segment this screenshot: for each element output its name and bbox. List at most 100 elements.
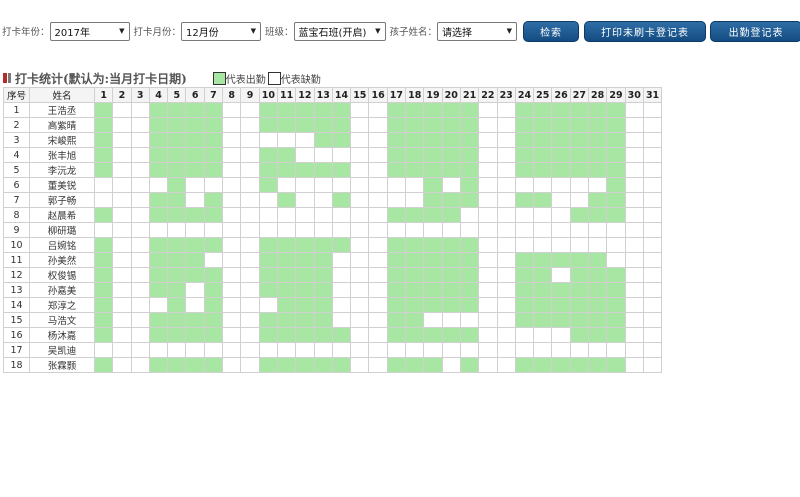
attendance-cell-present (93, 357, 114, 373)
month-select[interactable]: 12月份 ▼ (181, 21, 262, 41)
attendance-cell-present (148, 312, 169, 328)
attendance-cell-present (441, 297, 461, 313)
attendance-cell-present (405, 282, 425, 298)
attendance-cell-present (313, 282, 333, 298)
attendance-cell-present (167, 237, 187, 253)
attendance-cell-present (514, 132, 535, 148)
row-index: 1 (3, 102, 30, 118)
attendance-cell-absent (276, 207, 297, 223)
attendance-cell-absent (478, 162, 498, 178)
attendance-cell-absent (112, 222, 132, 238)
attendance-cell-present (295, 297, 315, 313)
attendance-cell-absent (478, 237, 498, 253)
section-marker-icon (3, 73, 7, 83)
attendance-cell-present (295, 102, 315, 118)
attendance-cell-absent (295, 207, 315, 223)
attendance-cell-absent (624, 147, 644, 163)
attendance-cell-present (185, 147, 205, 163)
attendance-cell-absent (533, 237, 553, 253)
attendance-cell-absent (203, 342, 224, 358)
child-label: 孩子姓名： (389, 27, 438, 38)
attendance-cell-absent (130, 222, 150, 238)
attendance-cell-absent (642, 252, 663, 268)
attendance-cell-present (441, 207, 461, 223)
column-header-day: 13 (313, 87, 333, 103)
attendance-cell-present (423, 282, 443, 298)
attendance-cell-absent (222, 342, 242, 358)
attendance-cell-absent (368, 282, 388, 298)
attendance-cell-absent (112, 357, 132, 373)
attendance-cell-absent (368, 342, 388, 358)
table-row: 2 高紫晴 (3, 117, 663, 133)
attendance-cell-absent (624, 357, 644, 373)
attendance-cell-absent (331, 207, 352, 223)
child-name: 权俊锡 (29, 267, 95, 283)
attendance-cell-absent (148, 222, 169, 238)
class-label: 班级： (265, 27, 294, 38)
column-header-day: 8 (222, 87, 242, 103)
attendance-cell-absent (386, 192, 407, 208)
attendance-cell-absent (368, 357, 388, 373)
attendance-cell-absent (478, 357, 498, 373)
attendance-cell-present (276, 327, 297, 343)
attendance-cell-present (551, 117, 571, 133)
attendance-cell-absent (624, 177, 644, 193)
attendance-cell-absent (112, 282, 132, 298)
attendance-cell-present (606, 282, 626, 298)
row-index: 12 (3, 267, 30, 283)
attendance-cell-present (569, 102, 590, 118)
attendance-cell-present (93, 147, 114, 163)
print-unswiped-register-button[interactable]: 打印未刷卡登记表 (584, 20, 707, 42)
attendance-cell-present (386, 252, 407, 268)
attendance-cell-present (569, 312, 590, 328)
attendance-cell-present (588, 267, 608, 283)
attendance-cell-present (331, 102, 352, 118)
attendance-cell-present (405, 327, 425, 343)
attendance-cell-absent (148, 177, 169, 193)
attendance-cell-absent (350, 177, 370, 193)
attendance-cell-present (313, 267, 333, 283)
attendance-cell-present (423, 132, 443, 148)
attendance-cell-absent (240, 207, 260, 223)
year-select[interactable]: 2017年 ▼ (49, 21, 130, 41)
attendance-cell-absent (405, 342, 425, 358)
column-header-day: 30 (624, 87, 644, 103)
attendance-cell-present (514, 192, 535, 208)
attendance-cell-absent (331, 267, 352, 283)
attendance-cell-present (167, 162, 187, 178)
attendance-cell-absent (112, 177, 132, 193)
attendance-cell-present (533, 357, 553, 373)
attendance-cell-absent (185, 297, 205, 313)
attendance-cell-absent (478, 132, 498, 148)
attendance-cell-present (386, 327, 407, 343)
attendance-cell-absent (478, 102, 498, 118)
attendance-cell-absent (222, 327, 242, 343)
column-header-day: 10 (258, 87, 278, 103)
attendance-cell-present (459, 192, 480, 208)
attendance-cell-present (148, 327, 169, 343)
attendance-cell-present (441, 147, 461, 163)
table-header-row: 序号 姓名 1 2 3 4 5 6 7 8 9 10 11 12 13 14 15 16 17 18 19 20 21 2… (3, 87, 663, 103)
attendance-cell-present (533, 162, 553, 178)
attendance-cell-present (148, 237, 169, 253)
attendance-cell-absent (112, 312, 132, 328)
attendance-cell-absent (459, 312, 480, 328)
year-select-value: 2017年 (54, 27, 90, 39)
attendance-register-button[interactable]: 出勤登记表 (710, 20, 800, 42)
attendance-cell-present (313, 162, 333, 178)
attendance-cell-present (93, 282, 114, 298)
row-index: 4 (3, 147, 30, 163)
search-button[interactable]: 检索 (523, 20, 580, 42)
attendance-cell-present (276, 237, 297, 253)
attendance-cell-absent (313, 342, 333, 358)
attendance-cell-absent (624, 297, 644, 313)
attendance-cell-absent (240, 297, 260, 313)
attendance-cell-present (423, 147, 443, 163)
attendance-cell-absent (240, 327, 260, 343)
attendance-cell-absent (350, 342, 370, 358)
attendance-cell-absent (459, 207, 480, 223)
attendance-cell-absent (478, 222, 498, 238)
child-select[interactable]: 请选择 ▼ (437, 21, 518, 41)
column-header-day: 9 (240, 87, 260, 103)
class-select[interactable]: 蓝宝石班(开启) ▼ (293, 21, 386, 41)
